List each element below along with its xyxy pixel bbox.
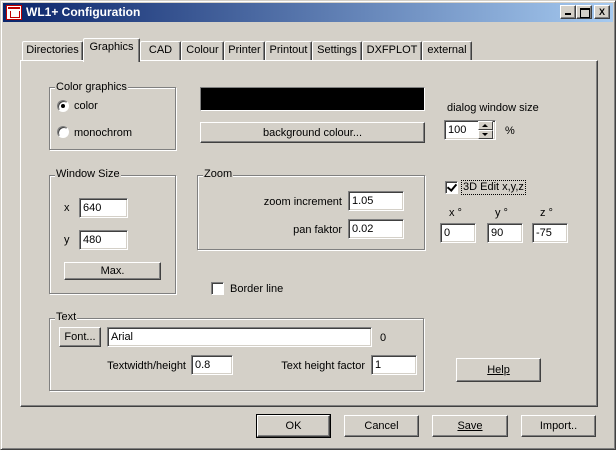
z-angle-input[interactable]: -75 [532,223,568,243]
save-button-label: Save [457,420,483,432]
help-button-label: Help [487,364,510,376]
dialog-window-size-spinner[interactable] [478,121,494,139]
font-button[interactable]: Font... [59,327,101,347]
text-height-factor-input[interactable]: 1 [371,355,417,375]
color-graphics-group [49,87,176,150]
help-button[interactable]: Help [456,358,541,382]
border-line-checkbox[interactable] [211,282,224,295]
border-line-label[interactable]: Border line [230,283,283,296]
font-name-field[interactable]: Arial [107,327,372,347]
ok-button[interactable]: OK [256,414,331,438]
window-size-title: Window Size [55,168,121,181]
color-radio[interactable] [57,100,69,112]
y-angle-input[interactable]: 90 [487,223,523,243]
max-button[interactable]: Max. [64,262,161,280]
x-angle-input[interactable]: 0 [440,223,476,243]
window-x-label: x [64,202,70,214]
monochrom-radio[interactable] [57,126,69,138]
spin-up-button[interactable] [478,121,493,130]
color-graphics-title: Color graphics [55,81,128,94]
pan-faktor-label: pan faktor [293,224,342,236]
spin-down-button[interactable] [478,130,493,139]
z-angle-label: z ° [540,207,553,219]
background-colour-button[interactable]: background colour... [200,122,425,143]
textwidth-height-input[interactable]: 0.8 [191,355,233,375]
arrow-down-icon [482,133,488,136]
x-angle-label: x ° [449,207,462,219]
dialog-window-size-unit: % [505,125,515,137]
window-x-input[interactable]: 640 [79,198,128,218]
window-y-label: y [64,234,70,246]
dialog-window-size-label: dialog window size [447,102,539,114]
arrow-up-icon [482,124,488,127]
text-height-factor-label: Text height factor [281,360,365,372]
window-y-input[interactable]: 480 [79,230,128,250]
cancel-button[interactable]: Cancel [344,415,419,437]
zoom-increment-input[interactable]: 1.05 [348,191,404,211]
y-angle-label: y ° [495,207,508,219]
zoom-increment-label: zoom increment [263,196,342,208]
3d-edit-checkbox[interactable] [445,181,458,194]
import-button[interactable]: Import.. [521,415,596,437]
background-colour-swatch [200,87,425,111]
font-index-value: 0 [380,332,387,344]
monochrom-radio-label[interactable]: monochrom [74,127,132,140]
save-button[interactable]: Save [432,415,508,437]
color-radio-label[interactable]: color [74,100,98,113]
3d-edit-label[interactable]: 3D Edit x,y,z [461,180,526,195]
textwidth-height-label: Textwidth/height [107,360,186,372]
text-group-title: Text [55,311,78,324]
zoom-title: Zoom [203,168,234,181]
pan-faktor-input[interactable]: 0.02 [348,219,404,239]
